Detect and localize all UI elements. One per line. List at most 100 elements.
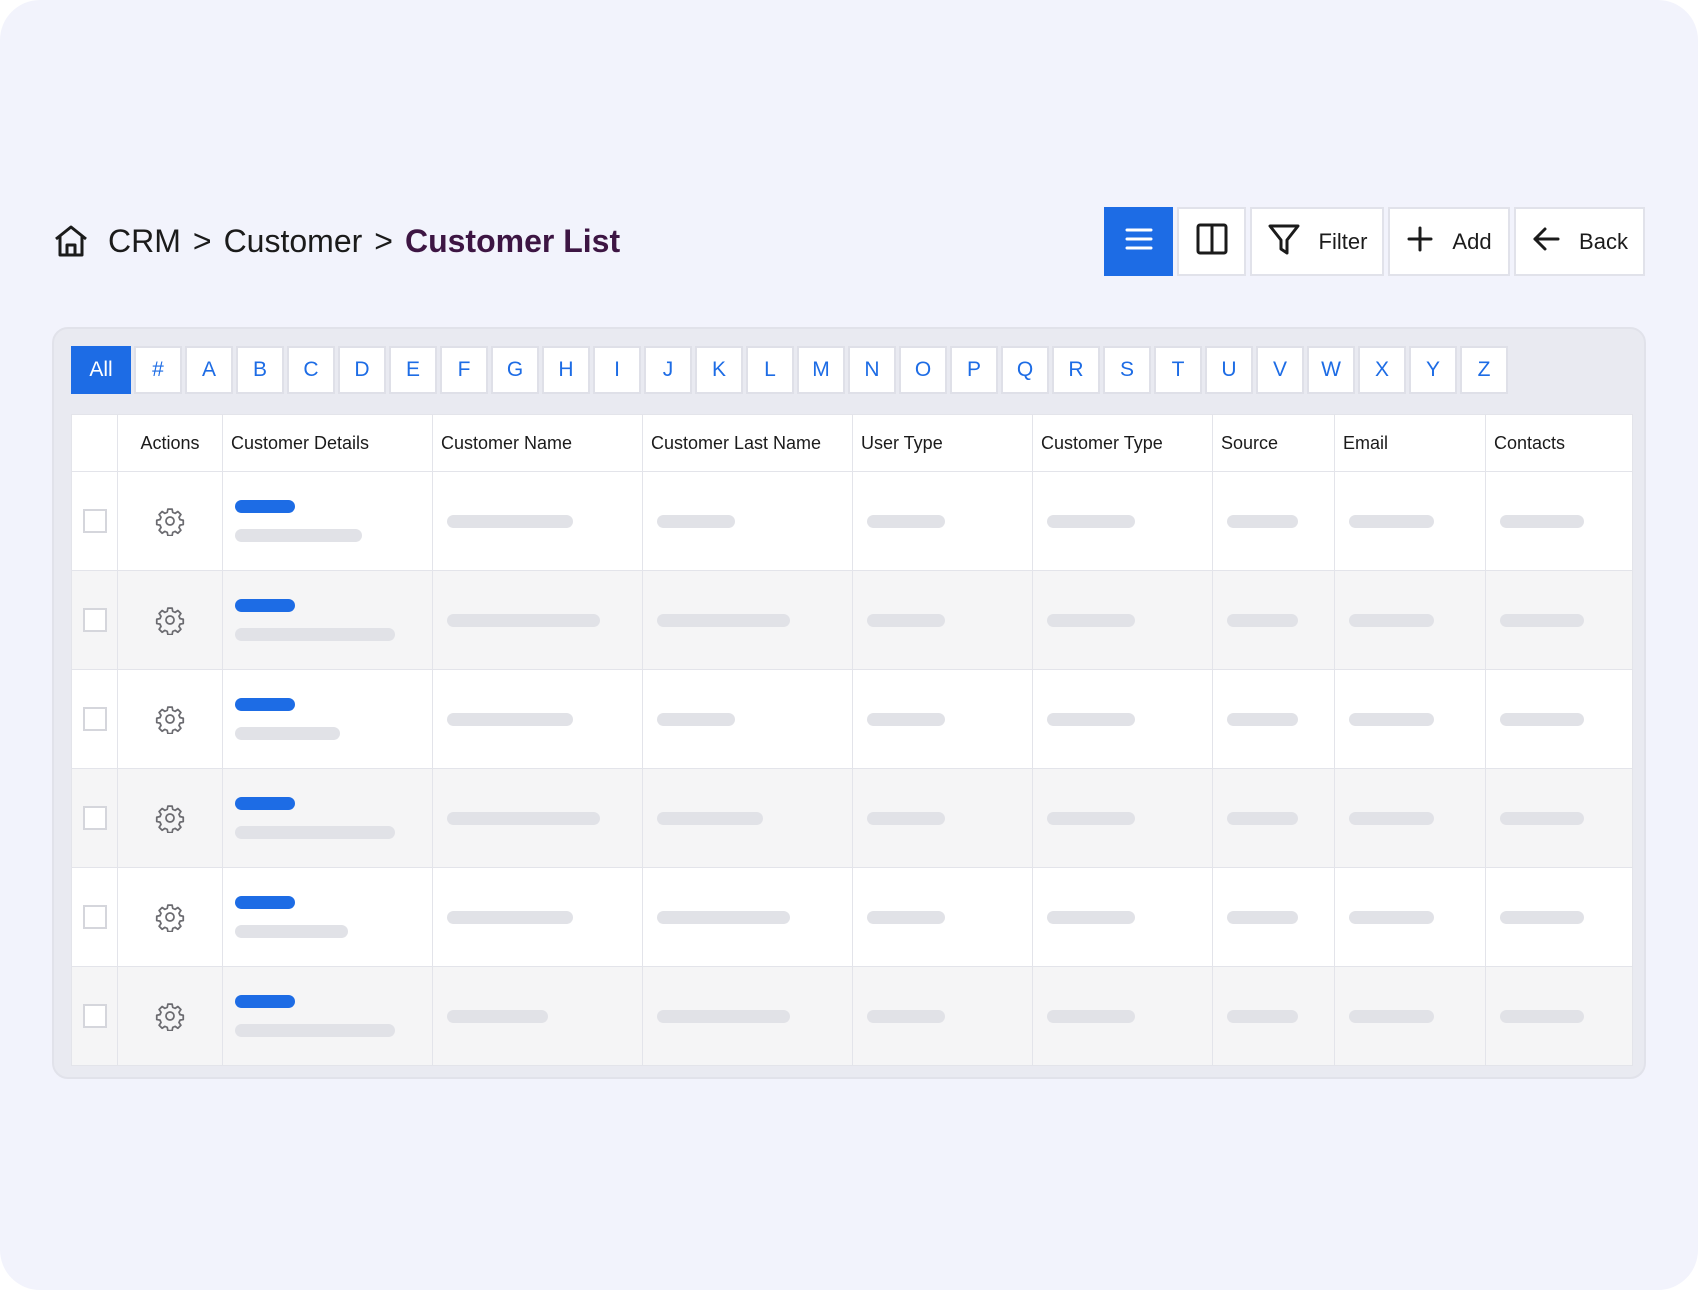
header-actions[interactable]: Actions [117, 414, 223, 472]
email-cell [1334, 570, 1486, 670]
alphabet-letter-button[interactable]: T [1154, 346, 1202, 394]
gear-icon[interactable] [118, 506, 222, 536]
gear-icon[interactable] [118, 1001, 222, 1031]
user-type-cell [852, 471, 1033, 571]
alphabet-letter-button[interactable]: R [1052, 346, 1100, 394]
split-view-button[interactable] [1177, 207, 1246, 276]
breadcrumb-separator: > [192, 222, 212, 259]
user-type-cell [852, 570, 1033, 670]
list-view-button[interactable] [1104, 207, 1173, 276]
customer-name-cell [432, 471, 643, 571]
alphabet-letter-button[interactable]: H [542, 346, 590, 394]
toolbar: Filter Add Back [1104, 207, 1645, 276]
placeholder-bar [1227, 1009, 1298, 1023]
alphabet-letter-button[interactable]: E [389, 346, 437, 394]
user-type-cell [852, 867, 1033, 967]
source-cell [1212, 570, 1335, 670]
back-button[interactable]: Back [1514, 207, 1645, 276]
alphabet-letter-button[interactable]: G [491, 346, 539, 394]
alphabet-letter-button[interactable]: L [746, 346, 794, 394]
placeholder-bar [867, 514, 945, 528]
row-select-cell [71, 669, 118, 769]
row-checkbox[interactable] [82, 509, 107, 533]
breadcrumb-separator: > [374, 222, 393, 259]
table-row[interactable] [71, 471, 1633, 571]
alphabet-letter-button[interactable]: W [1307, 346, 1355, 394]
gear-icon[interactable] [118, 803, 222, 833]
placeholder-bar [1349, 514, 1434, 528]
contacts-cell [1485, 768, 1633, 868]
alphabet-letter-button[interactable]: # [134, 346, 182, 394]
breadcrumb-crm[interactable]: CRM [108, 223, 181, 260]
row-checkbox[interactable] [82, 806, 107, 830]
placeholder-bar [235, 529, 362, 542]
header-user-type[interactable]: User Type [852, 414, 1033, 472]
table-row[interactable] [71, 669, 1633, 769]
placeholder-link-bar[interactable] [235, 500, 295, 513]
alphabet-letter-button[interactable]: B [236, 346, 284, 394]
header-customer-details[interactable]: Customer Details [222, 414, 433, 472]
header-source[interactable]: Source [1212, 414, 1335, 472]
alphabet-letter-button[interactable]: Q [1001, 346, 1049, 394]
placeholder-bar [657, 811, 763, 825]
placeholder-bar [1047, 613, 1135, 627]
placeholder-bar [657, 514, 735, 528]
alphabet-letter-button[interactable]: J [644, 346, 692, 394]
breadcrumb-customer[interactable]: Customer [224, 223, 363, 260]
placeholder-bar [1047, 811, 1135, 825]
alphabet-letter-button[interactable]: X [1358, 346, 1406, 394]
placeholder-link-bar[interactable] [235, 896, 295, 909]
table-row[interactable] [71, 768, 1633, 868]
alphabet-letter-button[interactable]: M [797, 346, 845, 394]
contacts-cell [1485, 570, 1633, 670]
placeholder-bar [235, 628, 395, 641]
alphabet-letter-button[interactable]: Z [1460, 346, 1508, 394]
source-cell [1212, 768, 1335, 868]
row-checkbox[interactable] [82, 707, 107, 731]
customer-type-cell [1032, 471, 1213, 571]
alphabet-letter-button[interactable]: V [1256, 346, 1304, 394]
table-row[interactable] [71, 867, 1633, 967]
table-row[interactable] [71, 966, 1633, 1066]
row-checkbox[interactable] [82, 1004, 107, 1028]
source-cell [1212, 669, 1335, 769]
alphabet-letter-button[interactable]: K [695, 346, 743, 394]
placeholder-link-bar[interactable] [235, 995, 295, 1008]
alphabet-letter-button[interactable]: P [950, 346, 998, 394]
placeholder-link-bar[interactable] [235, 599, 295, 612]
placeholder-link-bar[interactable] [235, 698, 295, 711]
back-label: Back [1579, 228, 1628, 254]
customer-details-cell [222, 570, 433, 670]
alphabet-letter-button[interactable]: C [287, 346, 335, 394]
placeholder-link-bar[interactable] [235, 797, 295, 810]
alphabet-letter-button[interactable]: Y [1409, 346, 1457, 394]
alphabet-letter-button[interactable]: U [1205, 346, 1253, 394]
filter-button[interactable]: Filter [1250, 207, 1384, 276]
add-button[interactable]: Add [1388, 207, 1510, 276]
row-checkbox[interactable] [82, 905, 107, 929]
alphabet-all-button[interactable]: All [71, 346, 131, 394]
row-actions-cell [117, 768, 223, 868]
header-customer-type[interactable]: Customer Type [1032, 414, 1213, 472]
alphabet-letter-button[interactable]: A [185, 346, 233, 394]
alphabet-letter-button[interactable]: O [899, 346, 947, 394]
filter-label: Filter [1318, 228, 1368, 254]
header-email[interactable]: Email [1334, 414, 1486, 472]
filter-icon [1267, 222, 1301, 262]
home-icon[interactable] [52, 222, 90, 260]
header-customer-name[interactable]: Customer Name [432, 414, 643, 472]
alphabet-letter-button[interactable]: F [440, 346, 488, 394]
header-customer-last-name[interactable]: Customer Last Name [642, 414, 853, 472]
gear-icon[interactable] [118, 902, 222, 932]
table-row[interactable] [71, 570, 1633, 670]
gear-icon[interactable] [118, 704, 222, 734]
alphabet-letter-button[interactable]: N [848, 346, 896, 394]
placeholder-bar [447, 514, 573, 528]
row-checkbox[interactable] [82, 608, 107, 632]
alphabet-letter-button[interactable]: D [338, 346, 386, 394]
alphabet-letter-button[interactable]: I [593, 346, 641, 394]
header-contacts[interactable]: Contacts [1485, 414, 1633, 472]
gear-icon[interactable] [118, 605, 222, 635]
user-type-cell [852, 768, 1033, 868]
alphabet-letter-button[interactable]: S [1103, 346, 1151, 394]
